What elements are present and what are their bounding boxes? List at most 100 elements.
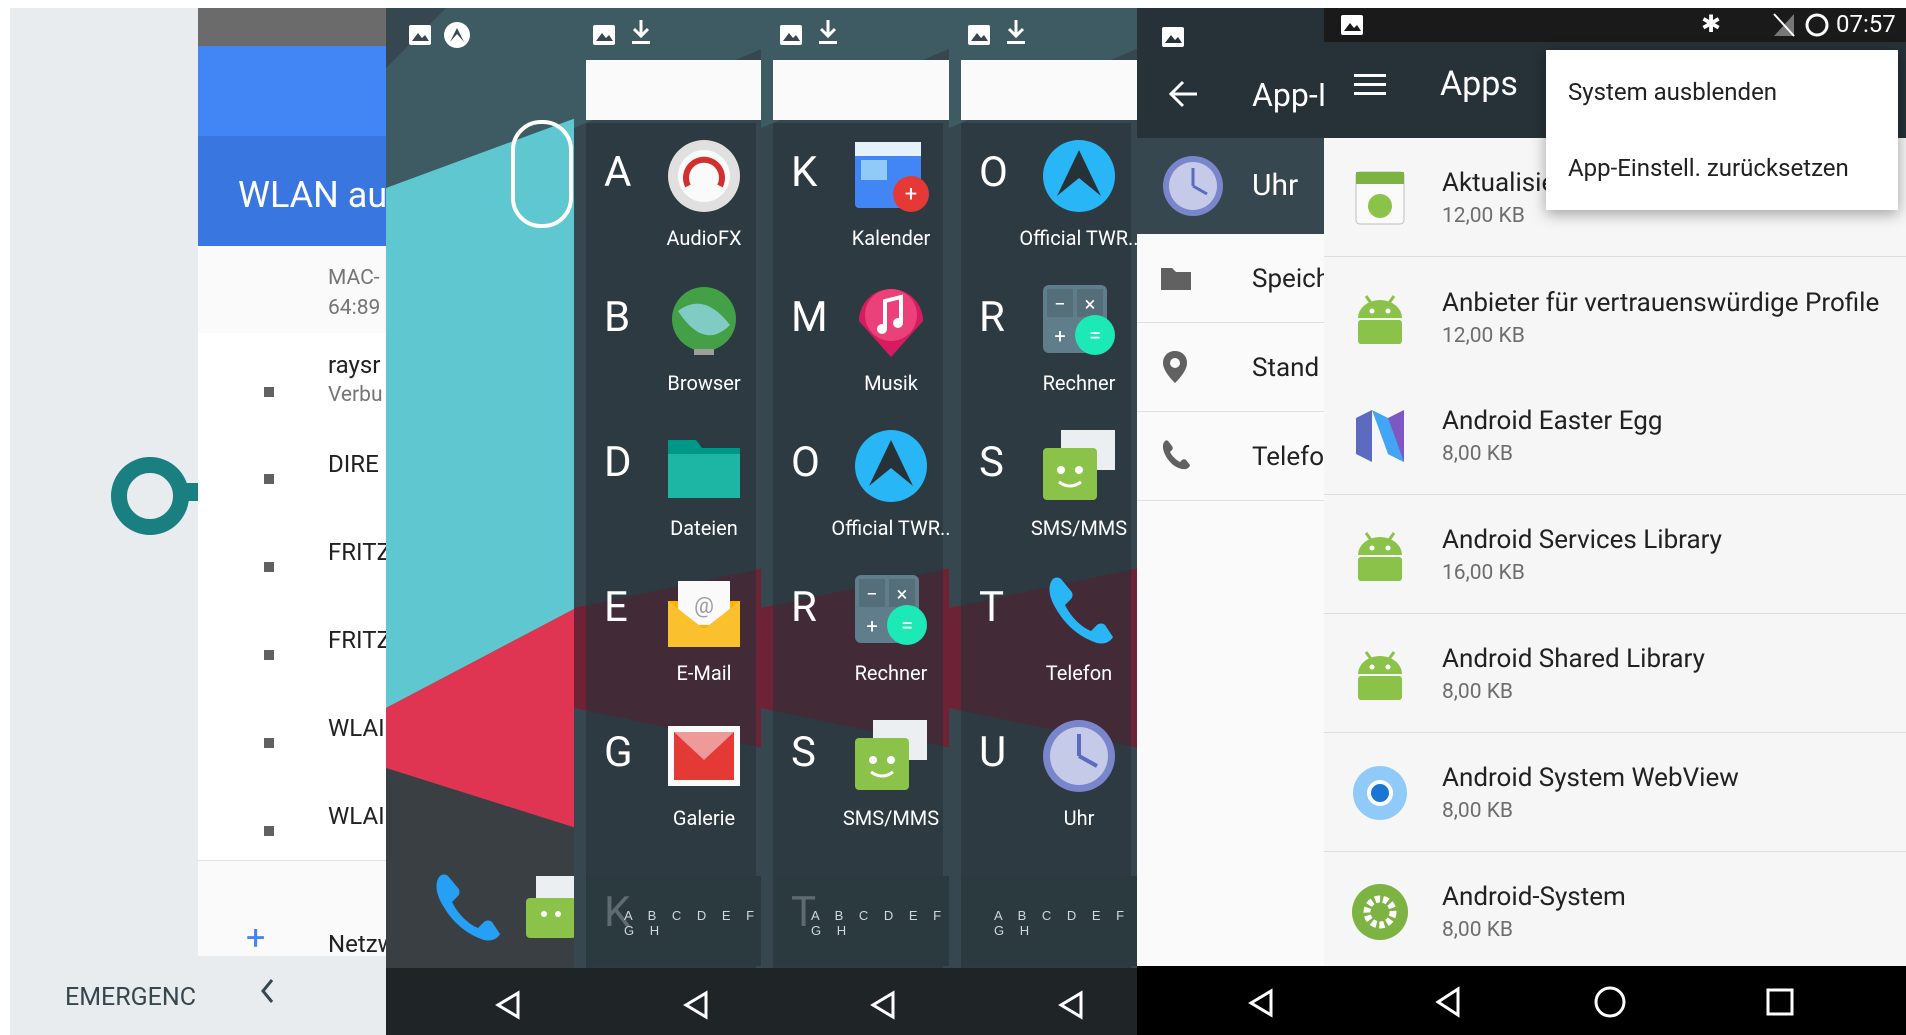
clock-time: 07:57: [1836, 10, 1896, 38]
sms-icon[interactable]: [851, 716, 931, 796]
download-icon: [1007, 20, 1025, 44]
app-search-box[interactable]: [773, 60, 951, 120]
twrp-icon[interactable]: [1039, 136, 1119, 216]
storage-row[interactable]: Speich: [1137, 234, 1327, 323]
location-row[interactable]: Stand: [1137, 323, 1327, 412]
app-list-item[interactable]: Anbieter für vertrauenswürdige Profile 12…: [1324, 258, 1906, 377]
app-name: Android Services Library: [1442, 525, 1722, 555]
phone-dock-icon[interactable]: [426, 868, 506, 948]
wifi-lock-icon: [234, 810, 274, 836]
alphabet-index[interactable]: A B C D E F G H: [994, 908, 1139, 938]
app-header-row: Uhr: [1137, 138, 1327, 234]
app-size: 12,00 KB: [1442, 324, 1525, 348]
app-label[interactable]: E-Mail: [629, 661, 764, 685]
back-icon[interactable]: [1247, 988, 1277, 1018]
app-name: Android Shared Library: [1442, 644, 1705, 674]
section-letter: S: [979, 438, 1004, 487]
gallery-icon[interactable]: [664, 716, 744, 796]
app-list-item[interactable]: Android Services Library 16,00 KB: [1324, 495, 1906, 614]
app-list-item[interactable]: Android Easter Egg 8,00 KB: [1324, 376, 1906, 495]
menu-item-hide-system[interactable]: System ausblenden: [1568, 78, 1777, 106]
back-icon[interactable]: [1057, 990, 1087, 1020]
phone-permission-row[interactable]: Telefo: [1137, 412, 1327, 501]
section-letter: K: [791, 148, 818, 197]
app-label[interactable]: Telefon: [1004, 661, 1139, 685]
wifi-network-row[interactable]: WLAI: [198, 772, 388, 861]
google-search-pill[interactable]: [511, 120, 573, 228]
image-notification-icon: [593, 25, 615, 45]
wifi-network-row[interactable]: FRITZ: [198, 596, 388, 685]
back-icon[interactable]: [869, 990, 899, 1020]
section-letter: S: [791, 728, 816, 777]
nougat-n-icon: [1350, 406, 1410, 466]
lock-circle-icon[interactable]: [105, 448, 200, 548]
calendar-icon[interactable]: +: [851, 136, 931, 216]
sms-dock-icon[interactable]: [526, 870, 576, 950]
app-label[interactable]: Official TWR..: [1004, 226, 1139, 250]
music-icon[interactable]: [851, 281, 931, 361]
app-search-box[interactable]: [586, 60, 764, 120]
app-label[interactable]: Official TWR..: [816, 516, 951, 540]
emergency-call-button[interactable]: EMERGENC: [65, 983, 196, 1012]
app-label[interactable]: Browser: [629, 371, 764, 395]
back-arrow-icon[interactable]: [1167, 78, 1199, 110]
audiofx-icon[interactable]: [664, 136, 744, 216]
recents-icon[interactable]: [1764, 986, 1796, 1018]
image-notification-icon: [780, 25, 802, 45]
status-icons: [779, 16, 859, 48]
chromium-icon: [1350, 763, 1410, 823]
twrp-icon[interactable]: [851, 426, 931, 506]
home-icon[interactable]: [1592, 984, 1628, 1020]
menu-item-reset-app-prefs[interactable]: App-Einstell. zurücksetzen: [1568, 154, 1849, 182]
app-label[interactable]: SMS/MMS: [816, 806, 951, 830]
wlan-title: WLAN au: [238, 174, 388, 216]
app-drawer-panel-c: O Official TWR.. R = − × + Rechner S SMS/MMS T Tele…: [949, 8, 1139, 1035]
back-icon[interactable]: [1434, 986, 1464, 1018]
section-letter: B: [604, 293, 631, 342]
app-list-item[interactable]: Android Shared Library 8,00 KB: [1324, 614, 1906, 733]
lockscreen-panel: EMERGENC: [10, 8, 200, 1035]
section-letter: D: [604, 438, 632, 487]
app-search-box[interactable]: [961, 60, 1139, 120]
app-size: 12,00 KB: [1442, 204, 1525, 228]
phone-icon[interactable]: [1039, 571, 1119, 651]
apps-title: Apps: [1440, 64, 1518, 104]
status-bar: ✱ 07:57: [1324, 8, 1906, 42]
back-icon[interactable]: [682, 990, 712, 1020]
wifi-lock-icon: [234, 634, 274, 660]
add-network-label[interactable]: Netzw: [328, 930, 388, 958]
app-label[interactable]: Kalender: [816, 226, 951, 250]
app-label[interactable]: Galerie: [629, 806, 764, 830]
app-name: Aktualisie: [1442, 168, 1556, 198]
app-label[interactable]: Dateien: [629, 516, 764, 540]
hamburger-menu-icon[interactable]: [1354, 72, 1386, 98]
wifi-network-row[interactable]: raysr Verbu: [198, 333, 388, 422]
app-list-item[interactable]: Android System WebView 8,00 KB: [1324, 733, 1906, 852]
calculator-icon[interactable]: = − × +: [1039, 281, 1119, 361]
files-folder-icon[interactable]: [664, 426, 744, 506]
wifi-lock-icon: [234, 458, 274, 484]
app-label[interactable]: Uhr: [1004, 806, 1139, 830]
app-label[interactable]: Rechner: [816, 661, 951, 685]
svg-text:×: ×: [897, 582, 908, 606]
clock-app-icon: [1163, 156, 1223, 216]
alphabet-index[interactable]: A B C D E F G H: [811, 908, 951, 938]
calculator-icon[interactable]: = − × +: [851, 571, 931, 651]
wifi-network-row[interactable]: DIRE: [198, 420, 388, 509]
email-envelope-icon[interactable]: @: [664, 571, 744, 651]
app-label[interactable]: Musik: [816, 371, 951, 395]
app-label[interactable]: SMS/MMS: [1004, 516, 1139, 540]
alphabet-index[interactable]: A B C D E F G H: [624, 908, 764, 938]
chevron-left-icon[interactable]: [258, 976, 278, 1006]
app-label[interactable]: Rechner: [1004, 371, 1139, 395]
app-list-item[interactable]: Android-System 8,00 KB: [1324, 852, 1906, 971]
sms-icon[interactable]: [1039, 426, 1119, 506]
app-label[interactable]: AudioFX: [629, 226, 764, 250]
clock-icon[interactable]: [1039, 716, 1119, 796]
back-icon[interactable]: [494, 990, 524, 1020]
wifi-network-row[interactable]: FRITZ: [198, 508, 388, 597]
add-network-plus-icon[interactable]: +: [246, 918, 265, 958]
section-letter: A: [604, 148, 632, 197]
browser-globe-icon[interactable]: [664, 281, 744, 361]
wifi-network-row[interactable]: WLAI: [198, 684, 388, 773]
